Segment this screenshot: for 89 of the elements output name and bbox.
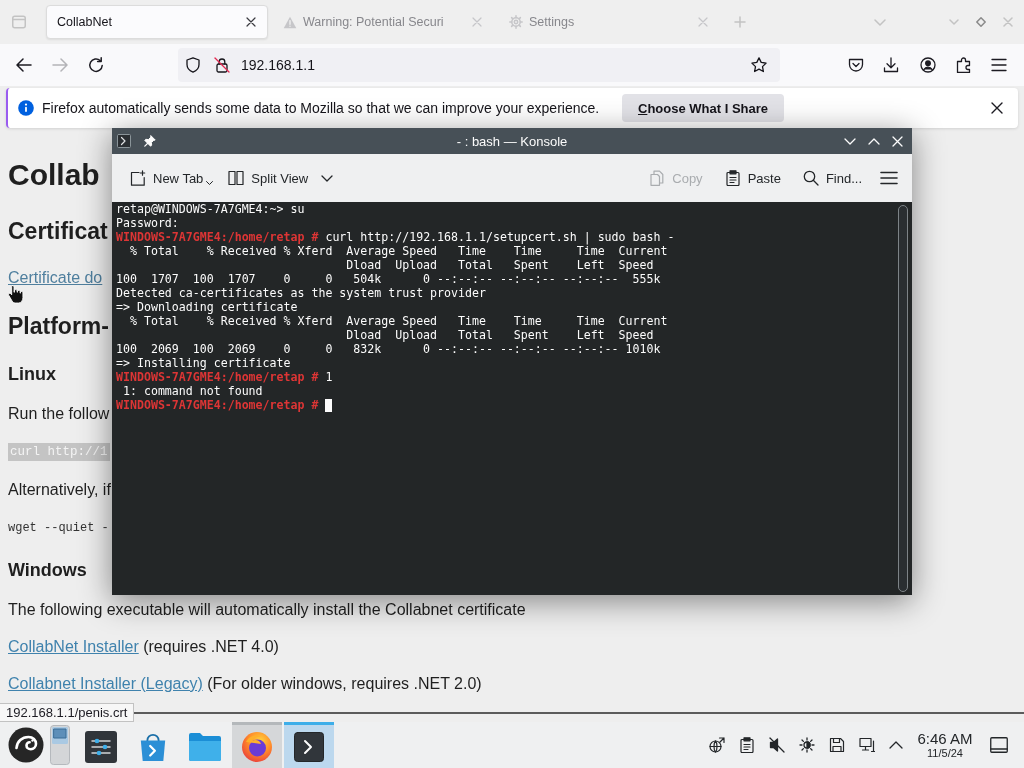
brightness-icon[interactable] — [799, 737, 815, 753]
flame-globe-icon — [241, 730, 273, 763]
chevron-up-icon[interactable] — [889, 741, 903, 749]
terminal-output: 100 2069 100 2069 0 0 832k 0 --:--:-- --:--:-- --:--:-- 1010k — [116, 342, 661, 356]
subsection-heading: Linux — [8, 363, 56, 385]
lock-slash-icon[interactable] — [214, 57, 230, 73]
speaker-muted-icon[interactable] — [769, 737, 785, 753]
close-icon[interactable] — [246, 17, 256, 27]
subsection-heading: Windows — [8, 559, 87, 581]
prompt-text: WINDOWS-7A7GME4:/home/retap # — [116, 398, 319, 412]
share-settings-button[interactable]: Choose What I Share — [622, 94, 784, 122]
terminal-output: retap@WINDOWS-7A7GME4:~> su — [116, 202, 305, 216]
gear-icon — [509, 15, 523, 29]
terminal-output: 1: command not found — [123, 384, 263, 398]
terminal-output: % Total % Received % Xferd Average Speed Time Time Time Current — [129, 244, 668, 258]
clipboard-icon — [724, 170, 741, 186]
network-icon[interactable] — [859, 737, 875, 753]
desktop-pager[interactable] — [50, 725, 70, 765]
installer-link[interactable]: CollabNet Installer — [8, 638, 139, 655]
back-icon[interactable] — [16, 58, 32, 72]
prompt-text: WINDOWS-7A7GME4:/home/retap # — [116, 230, 319, 244]
tab-plus-icon — [130, 170, 146, 186]
code-line: wget --quiet - — [8, 520, 109, 536]
paragraph-text: Run the follow — [8, 404, 110, 424]
clock-date: 11/5/24 — [927, 747, 963, 760]
maximize-icon[interactable] — [868, 137, 880, 145]
terminal-output: => Installing certificate — [116, 356, 291, 370]
section-heading: Certificat — [8, 217, 108, 245]
terminal-icon — [294, 731, 324, 762]
installer-description: CollabNet Installer (requires .NET 4.0) — [8, 637, 279, 657]
terminal-output: 100 1707 100 1707 0 0 504k 0 --:--:-- --:--:-- --:--:-- 555k — [116, 272, 661, 286]
taskbar-button[interactable] — [232, 722, 282, 768]
installer-description: Collabnet Installer (Legacy) (For older windows, requires .NET 2.0) — [8, 674, 482, 694]
notification-message: Firefox automatically sends some data to Mozilla so that we can improve your experience. — [42, 100, 600, 116]
terminal-output: Detected ca-certificates as the system trust provider — [116, 286, 486, 300]
paragraph-text: Alternatively, if — [8, 480, 111, 500]
puzzle-icon[interactable] — [956, 57, 972, 73]
clipboard-icon[interactable] — [739, 737, 755, 753]
paragraph-text: The following executable will automatically install the Collabnet certificate — [8, 600, 526, 620]
columns-icon — [228, 170, 245, 186]
download-icon[interactable] — [883, 57, 899, 73]
page-heading: Collab — [8, 157, 100, 193]
caret-icon — [206, 181, 214, 185]
terminal-output: Dload Upload Total Spent Left Speed — [346, 328, 654, 342]
terminal-output: => Downloading certificate — [116, 300, 298, 314]
reload-icon[interactable] — [88, 57, 104, 73]
window-title: - : bash — Konsole — [456, 133, 568, 149]
menu-icon[interactable] — [880, 171, 898, 185]
paste-button[interactable]: Paste — [718, 166, 787, 190]
terminal-output: % Total % Received % Xferd Average Speed Time Time Time Current — [129, 314, 668, 328]
chevron-badge-icon[interactable] — [848, 57, 864, 73]
circle-logo-icon[interactable] — [8, 727, 44, 763]
shopping-bag-icon — [138, 731, 168, 762]
close-icon[interactable] — [991, 102, 1003, 114]
globe-arrow-icon[interactable] — [709, 737, 725, 753]
taskbar-button[interactable] — [284, 722, 334, 768]
new-tab-button[interactable]: New Tab — [124, 166, 220, 190]
sliders-icon — [85, 730, 117, 763]
terminal-icon[interactable] — [117, 134, 131, 148]
command-text: curl http://192.168.1.1/setupcert.sh | sudo bash - — [325, 230, 675, 244]
section-heading: Platform- — [8, 312, 109, 340]
account-icon[interactable] — [920, 57, 936, 73]
prompt-text: WINDOWS-7A7GME4:/home/retap # — [116, 370, 319, 384]
search-icon — [802, 170, 819, 186]
shield-icon[interactable] — [186, 57, 200, 73]
info-icon — [18, 100, 34, 116]
address-bar[interactable]: 192.168.1.1 — [178, 48, 780, 82]
page-link[interactable]: Certificate do — [8, 268, 103, 288]
warning-icon — [283, 15, 297, 29]
scrollbar[interactable] — [898, 205, 908, 592]
restore-icon[interactable] — [976, 17, 986, 27]
menu-icon[interactable] — [991, 58, 1007, 72]
hand-pointer-icon — [7, 284, 25, 305]
terminal-output: Dload Upload Total Spent Left Speed — [346, 258, 654, 272]
floppy-disk-icon[interactable] — [829, 737, 845, 753]
split-view-button[interactable]: Split View — [222, 166, 315, 190]
copy-icon — [649, 170, 666, 186]
find-button[interactable]: Find... — [796, 166, 868, 190]
show-desktop-icon[interactable] — [990, 737, 1008, 753]
clock-time: 6:46 AM — [917, 730, 973, 747]
browser-tab[interactable]: CollabNet — [46, 5, 268, 39]
chevron-down-icon[interactable] — [321, 174, 334, 182]
command-text: 1 — [325, 370, 333, 384]
installer-link[interactable]: Collabnet Installer (Legacy) — [8, 675, 203, 692]
folder-icon — [188, 731, 222, 762]
star-icon[interactable] — [751, 57, 767, 73]
pin-icon[interactable] — [144, 135, 156, 147]
status-tooltip: 192.168.1.1/penis.crt — [0, 703, 135, 722]
terminal-output: Password: — [116, 216, 179, 230]
